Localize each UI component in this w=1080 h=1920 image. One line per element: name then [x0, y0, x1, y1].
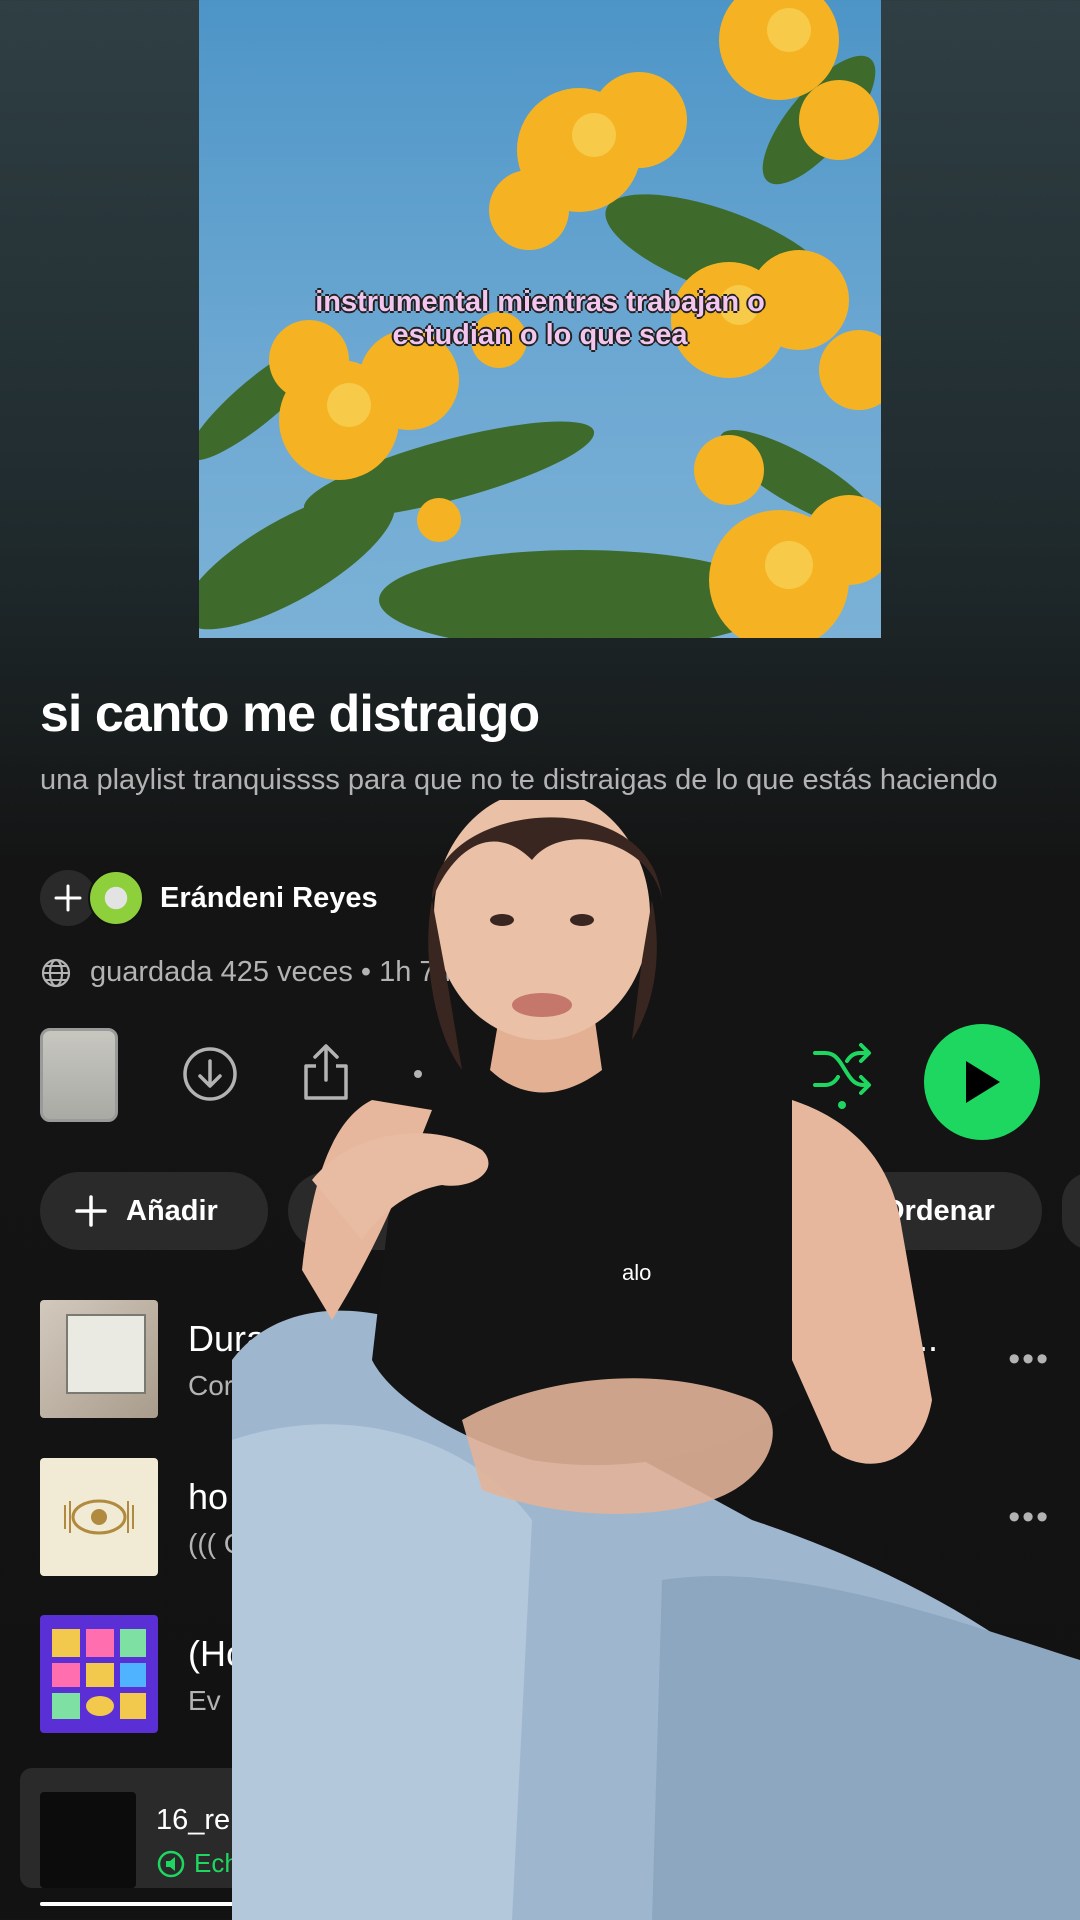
progress-fill: [40, 1902, 240, 1906]
person-overlay-image: alo: [232, 800, 1080, 1920]
playlist-cover: instrumental mientras trabajan o estudia…: [199, 0, 881, 638]
playlist-title: si canto me distraigo: [40, 685, 540, 743]
track-artist: Ev: [188, 1685, 221, 1716]
download-icon: [183, 1047, 237, 1101]
plus-icon: [54, 884, 82, 912]
globe-icon: [41, 958, 71, 987]
playlist-thumbnail-button[interactable]: [40, 1028, 118, 1122]
track-art: [40, 1615, 158, 1733]
playlist-description: una playlist tranquissss para que no te …: [40, 764, 998, 796]
track-art-photo: [66, 1314, 146, 1394]
plus-icon: [75, 1195, 107, 1227]
track-art: [40, 1300, 158, 1418]
track-art: [40, 1458, 158, 1576]
now-playing-art: [40, 1792, 136, 1888]
album-pattern-image: [52, 1629, 146, 1719]
tank-logo-image: alo: [622, 1260, 651, 1285]
speaker-icon: [157, 1850, 185, 1877]
track-title: ho: [188, 1476, 229, 1517]
owner-avatar[interactable]: [88, 870, 144, 926]
now-playing-device[interactable]: Ech: [156, 1848, 239, 1879]
track-artist: Cor: [188, 1370, 234, 1401]
eye-logo-icon: [64, 1499, 134, 1535]
now-playing-title: 16_re: [156, 1804, 231, 1836]
cover-caption: instrumental mientras trabajan o estudia…: [315, 286, 765, 351]
add-songs-label: Añadir: [126, 1194, 218, 1227]
